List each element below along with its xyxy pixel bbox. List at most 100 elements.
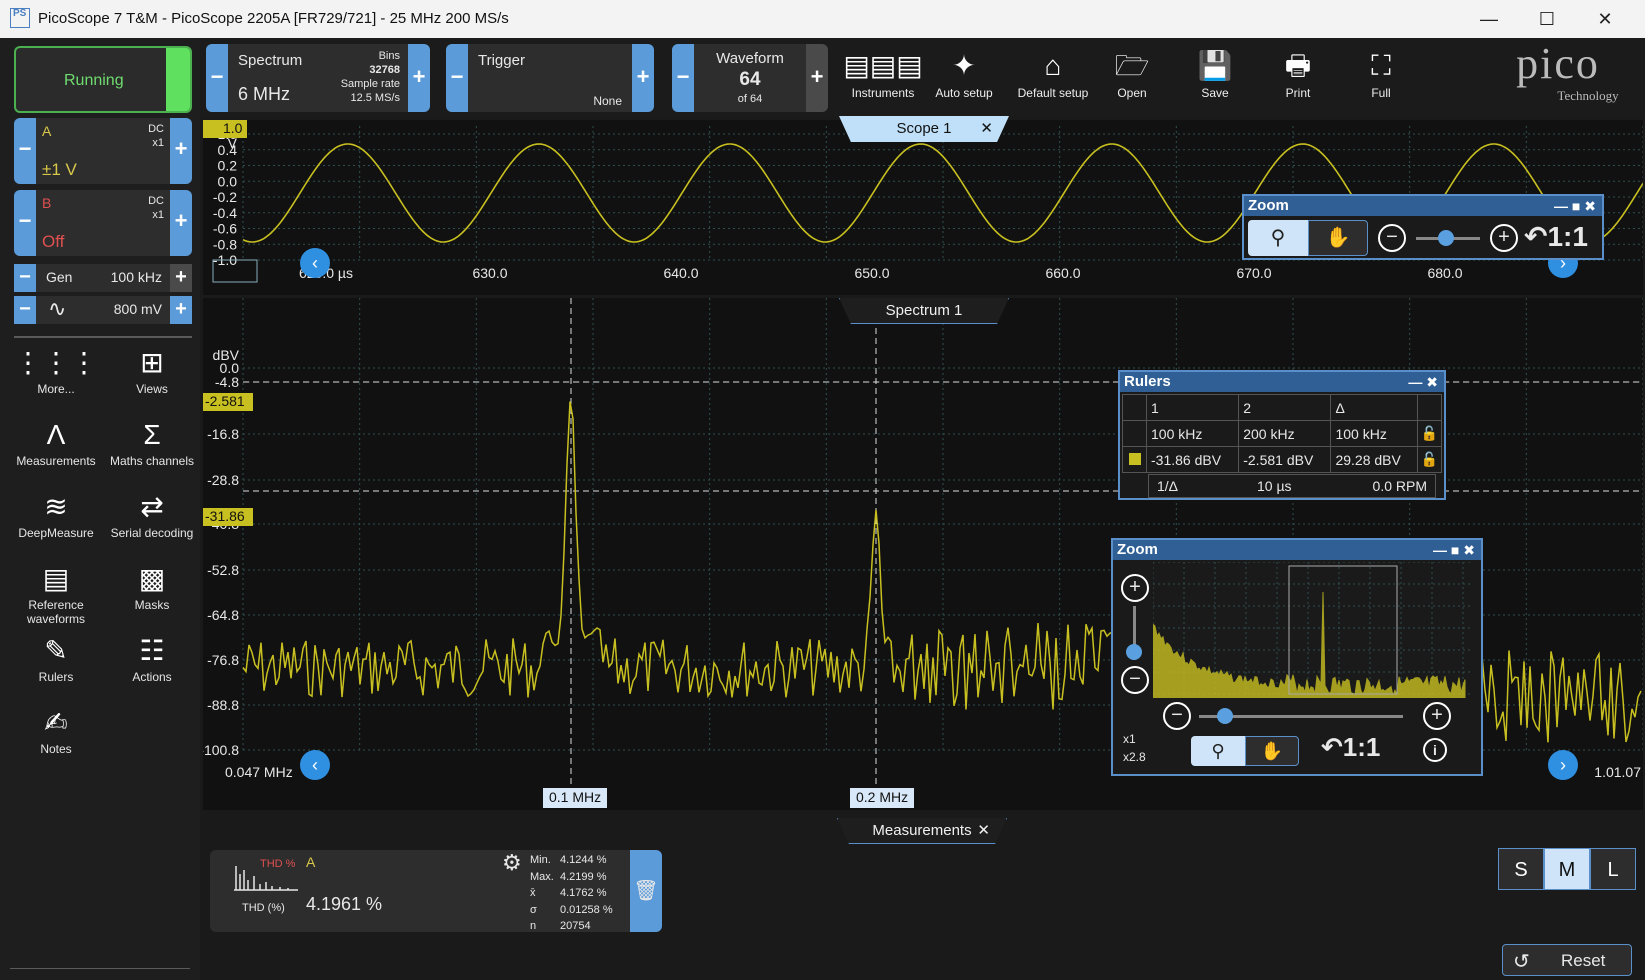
- zoom-out-icon[interactable]: −: [1378, 224, 1406, 252]
- measurement-channel: A: [306, 854, 316, 870]
- actions-button[interactable]: ☷ Actions: [104, 632, 200, 684]
- notes-button[interactable]: ✍ Notes: [8, 704, 104, 756]
- gen-freq-increase-button[interactable]: +: [170, 264, 192, 292]
- zoom-panel-scope[interactable]: Zoom — ■ ✖ ⚲ ✋ − + ↶1:1: [1242, 194, 1604, 260]
- channel-b-decrease-button[interactable]: −: [14, 190, 36, 256]
- ruler-1-label[interactable]: -2.581: [203, 393, 253, 411]
- minimize-icon[interactable]: —: [1433, 542, 1447, 558]
- gen-amplitude-row[interactable]: − ∿ 800 mV +: [14, 296, 192, 324]
- default-setup-button[interactable]: ⌂ Default setup: [1005, 46, 1101, 100]
- instruments-button[interactable]: ▤▤▤ Instruments: [843, 46, 923, 100]
- measurements-button[interactable]: Λ Measurements: [8, 416, 104, 468]
- size-medium-button[interactable]: M: [1544, 848, 1590, 890]
- spectrum-label: Spectrum: [238, 52, 303, 69]
- zoom-in-icon[interactable]: +: [1490, 224, 1518, 252]
- pan-hand-icon[interactable]: ✋: [1308, 220, 1368, 256]
- trigger-decrease-button[interactable]: −: [446, 44, 468, 112]
- channel-b-panel[interactable]: − B DC x1 Off +: [14, 190, 192, 256]
- gen-frequency-row[interactable]: − Gen 100 kHz +: [14, 264, 192, 292]
- zoom-panel-spectrum[interactable]: Zoom — ■ ✖ + − − + x1 x2.8 ⚲ ✋ ↶1:1 i: [1111, 538, 1483, 776]
- zoom-in-icon[interactable]: +: [1121, 574, 1149, 602]
- gear-icon[interactable]: ⚙: [502, 850, 522, 876]
- close-icon[interactable]: ✖: [1426, 374, 1438, 390]
- size-small-button[interactable]: S: [1498, 848, 1544, 890]
- tab-spectrum-1[interactable]: Spectrum 1: [839, 298, 1009, 324]
- gen-amp-increase-button[interactable]: +: [170, 296, 192, 324]
- minimize-icon[interactable]: —: [1408, 374, 1422, 390]
- rulers-panel[interactable]: Rulers — ✖ 1 2 Δ 100 kHz 200 kHz 100 kHz…: [1118, 370, 1446, 500]
- trigger-mode: None: [593, 94, 622, 108]
- minimize-icon[interactable]: —: [1474, 6, 1504, 32]
- zoom-tool-icon[interactable]: ⚲: [1191, 736, 1245, 766]
- grid-dots-icon: ⋮⋮⋮: [14, 347, 98, 378]
- restore-icon[interactable]: ■: [1451, 542, 1459, 558]
- horizontal-zoom-handle[interactable]: [1217, 708, 1233, 724]
- zoom-in-icon[interactable]: +: [1423, 702, 1451, 730]
- zoom-out-icon[interactable]: −: [1163, 702, 1191, 730]
- chevron-right-icon[interactable]: ›: [1548, 750, 1578, 780]
- tab-measurements[interactable]: Measurements ✕: [837, 818, 1007, 844]
- close-tab-icon[interactable]: ✕: [980, 116, 993, 142]
- spectrum-decrease-button[interactable]: −: [206, 44, 228, 112]
- close-icon[interactable]: ✕: [1590, 6, 1620, 32]
- unlock-icon[interactable]: 🔓: [1417, 446, 1442, 473]
- inverse-delta-time: 10 µs: [1257, 478, 1292, 494]
- run-stop-button[interactable]: Running: [14, 46, 192, 113]
- waveform-settings[interactable]: − Waveform 64 of 64 +: [672, 44, 828, 112]
- ruler-marker-1[interactable]: 0.1 MHz: [543, 788, 608, 808]
- ruler-2-label[interactable]: -31.86: [203, 508, 253, 526]
- spectrum-increase-button[interactable]: +: [408, 44, 430, 112]
- pan-hand-icon[interactable]: ✋: [1245, 736, 1299, 766]
- views-button[interactable]: ⊞ Views: [104, 344, 200, 396]
- tab-scope-1[interactable]: Scope 1 ✕: [839, 116, 1009, 142]
- stats-values: 4.1244 % 4.2199 % 4.1762 % 0.01258 % 207…: [560, 854, 613, 932]
- close-tab-icon[interactable]: ✕: [977, 818, 990, 844]
- zoom-out-icon[interactable]: −: [1121, 666, 1149, 694]
- restore-icon[interactable]: ■: [1572, 198, 1580, 214]
- close-icon[interactable]: ✖: [1584, 198, 1596, 214]
- zoom-reset-button[interactable]: ↶1:1: [1524, 220, 1588, 253]
- auto-setup-button[interactable]: ✦ Auto setup: [924, 46, 1004, 100]
- more-button[interactable]: ⋮⋮⋮ More...: [8, 344, 104, 396]
- gen-freq-decrease-button[interactable]: −: [14, 264, 36, 292]
- measurement-card[interactable]: THD % A THD (%) 4.1961 % ⚙ Min. Max. x̄ …: [210, 850, 662, 932]
- trigger-settings[interactable]: − Trigger None +: [446, 44, 654, 112]
- print-button[interactable]: 🖶 Print: [1258, 46, 1338, 100]
- channel-a-increase-button[interactable]: +: [170, 118, 192, 184]
- zoom-slider-handle[interactable]: [1438, 230, 1454, 246]
- spectrum-settings[interactable]: − Spectrum 6 MHz Bins 32768 Sample rate …: [206, 44, 430, 112]
- maximize-icon[interactable]: ☐: [1532, 6, 1562, 32]
- unlock-icon[interactable]: 🔓: [1417, 420, 1442, 447]
- rulers-button[interactable]: ✎ Rulers: [8, 632, 104, 684]
- masks-button[interactable]: ▩ Masks: [104, 560, 200, 612]
- gen-amplitude: 800 mV: [113, 301, 162, 317]
- waveform-increase-button[interactable]: +: [806, 44, 828, 112]
- channel-a-panel[interactable]: − A DC x1 ±1 V +: [14, 118, 192, 184]
- maths-channels-button[interactable]: Σ Maths channels: [104, 416, 200, 468]
- delete-measurement-button[interactable]: 🗑: [630, 850, 662, 932]
- size-large-button[interactable]: L: [1590, 848, 1636, 890]
- scope-offset-marker[interactable]: 1.0: [203, 120, 247, 138]
- channel-b-increase-button[interactable]: +: [170, 190, 192, 256]
- full-button[interactable]: ⛶ Full: [1341, 46, 1421, 100]
- chevron-left-icon[interactable]: ‹: [300, 750, 330, 780]
- zoom-reset-button[interactable]: ↶1:1: [1321, 732, 1380, 763]
- gen-amp-decrease-button[interactable]: −: [14, 296, 36, 324]
- undo-icon: ↶: [1524, 221, 1548, 252]
- reference-waveforms-button[interactable]: ▤ Reference waveforms: [8, 560, 104, 626]
- serial-decoding-button[interactable]: ⇄ Serial decoding: [104, 488, 200, 540]
- ruler-marker-2[interactable]: 0.2 MHz: [850, 788, 915, 808]
- channel-a-decrease-button[interactable]: −: [14, 118, 36, 184]
- vertical-zoom-handle[interactable]: [1126, 644, 1142, 660]
- open-button[interactable]: 🗁 Open: [1092, 46, 1172, 100]
- trigger-increase-button[interactable]: +: [632, 44, 654, 112]
- waveform-decrease-button[interactable]: −: [672, 44, 694, 112]
- close-icon[interactable]: ✖: [1463, 542, 1475, 558]
- deepmeasure-button[interactable]: ≋ DeepMeasure: [8, 488, 104, 540]
- chevron-left-icon[interactable]: ‹: [300, 248, 330, 278]
- reset-button[interactable]: ↺ Reset: [1502, 944, 1632, 976]
- minimize-icon[interactable]: —: [1554, 198, 1568, 214]
- zoom-tool-icon[interactable]: ⚲: [1248, 220, 1308, 256]
- info-icon[interactable]: i: [1423, 738, 1447, 762]
- save-button[interactable]: 💾 Save: [1175, 46, 1255, 100]
